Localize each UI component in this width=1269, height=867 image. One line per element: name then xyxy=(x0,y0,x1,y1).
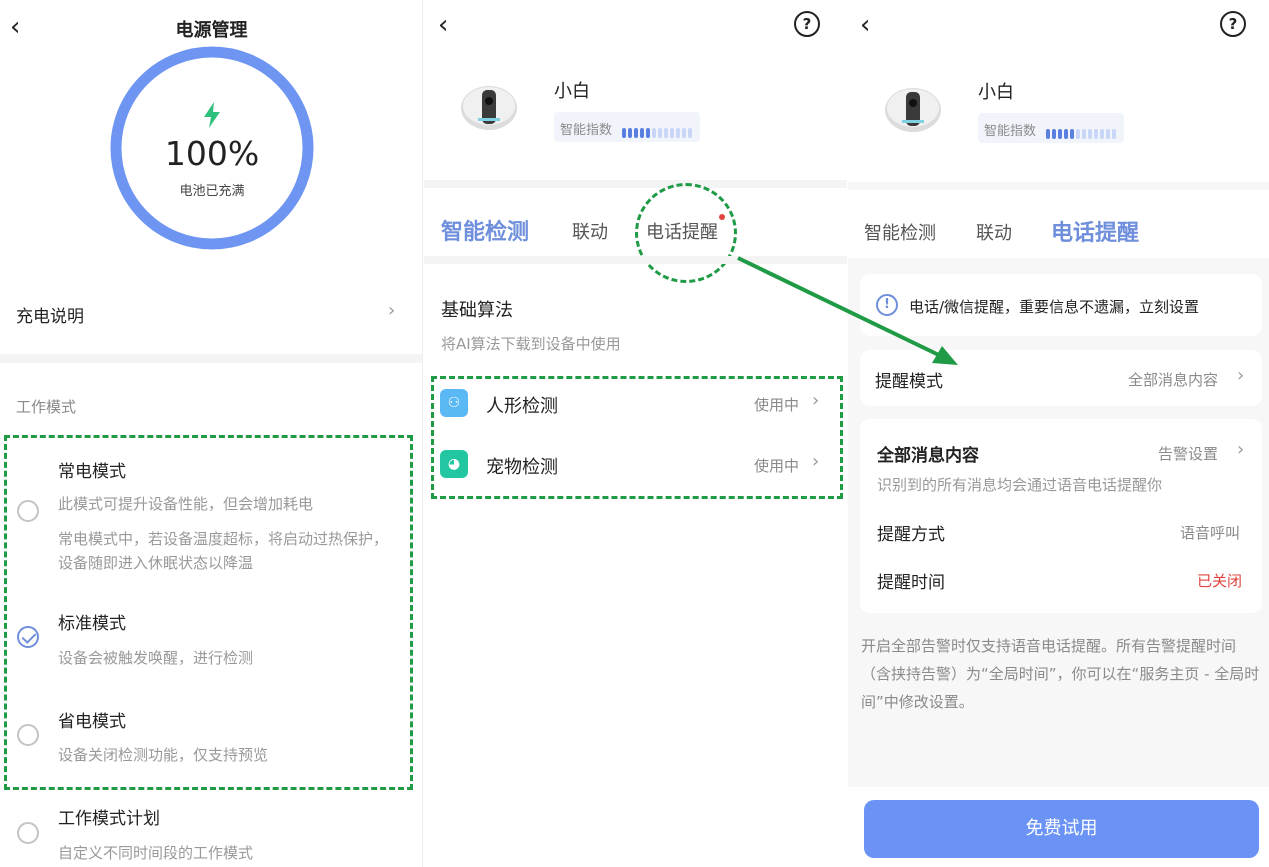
annotation-arrow xyxy=(737,256,958,365)
